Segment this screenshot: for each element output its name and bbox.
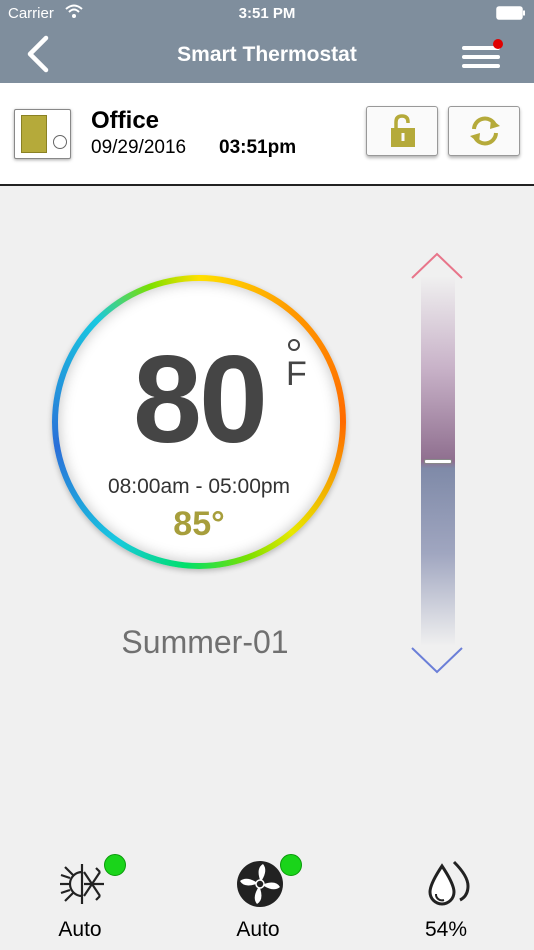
device-time: 03:51pm	[219, 137, 297, 158]
battery-icon	[496, 6, 525, 20]
status-bar: Carrier 3:51 PM	[0, 0, 534, 28]
app-header: Carrier 3:51 PM Smart Thermostat	[0, 0, 534, 83]
temperature-slider-thumb[interactable]	[424, 459, 452, 464]
mode-control[interactable]: Auto	[20, 850, 140, 945]
thermostat-dial: 80 F 08:00am - 05:00pm 85°	[52, 275, 346, 569]
humidity-display: 54%	[386, 850, 506, 945]
notification-badge	[493, 39, 503, 49]
fan-active-indicator	[280, 854, 302, 876]
mode-label: Auto	[58, 918, 102, 941]
fan-icon	[237, 861, 283, 907]
degree-symbol	[288, 339, 300, 351]
unlock-icon	[391, 114, 415, 147]
device-icon[interactable]	[14, 109, 71, 159]
setpoint-temperature: 85°	[173, 505, 225, 543]
page-title: Smart Thermostat	[177, 43, 357, 66]
fan-label: Auto	[236, 918, 280, 941]
refresh-button[interactable]	[448, 106, 520, 156]
humidity-label: 54%	[424, 918, 468, 941]
humidity-drop-icon	[428, 860, 470, 906]
sun-snowflake-icon	[60, 864, 104, 904]
schedule-range: 08:00am - 05:00pm	[107, 475, 291, 498]
current-temperature: 80	[133, 331, 268, 469]
lock-button[interactable]	[366, 106, 438, 156]
fan-control[interactable]: Auto	[198, 850, 318, 945]
mode-active-indicator	[104, 854, 126, 876]
hamburger-menu-icon[interactable]	[460, 38, 506, 74]
refresh-icon	[470, 116, 500, 146]
profile-name: Summer-01	[121, 624, 289, 660]
temperature-unit: F	[286, 355, 307, 393]
decrease-arrow-icon[interactable]	[408, 644, 466, 676]
device-info-bar: Office 09/29/2016 03:51pm	[0, 83, 534, 186]
device-date: 09/29/2016	[91, 137, 187, 158]
room-name: Office	[91, 107, 160, 134]
status-time: 3:51 PM	[238, 5, 296, 22]
